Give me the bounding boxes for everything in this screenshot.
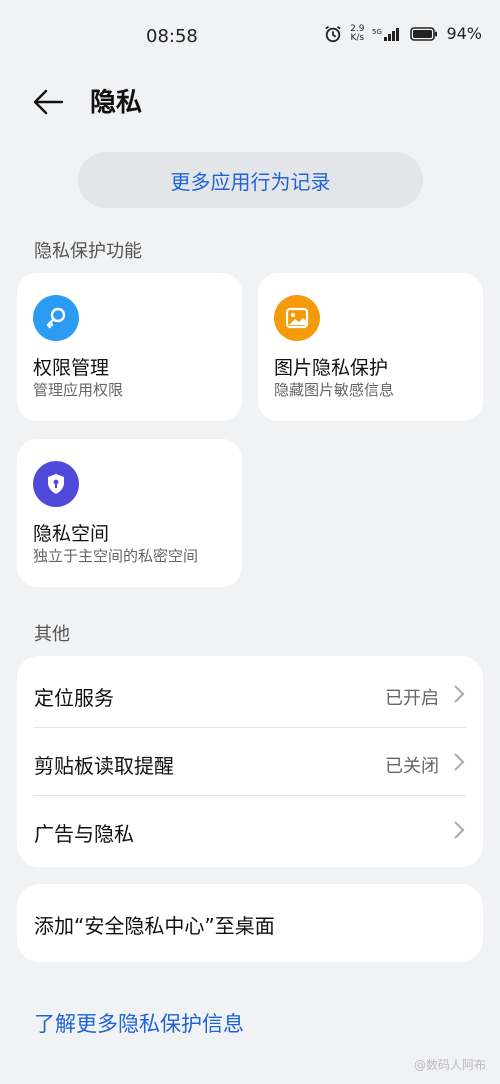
card-subtitle: 管理应用权限 [33, 381, 124, 399]
status-icons: 2.9 K/s 5G 94% [324, 24, 482, 43]
card-permission-management[interactable]: 权限管理 管理应用权限 [17, 273, 242, 421]
header: 隐私 [0, 72, 500, 132]
list-item-location-service[interactable]: 定位服务 已开启 [17, 660, 483, 728]
privacy-section-label: 隐私保护功能 [34, 241, 142, 262]
shield-lock-icon [33, 461, 79, 507]
other-settings-list: 定位服务 已开启 剪贴板读取提醒 已关闭 广告与隐私 [17, 656, 483, 867]
other-section-label: 其他 [34, 624, 70, 645]
network-speed: 2.9 K/s [350, 24, 365, 43]
signal-icon: 5G [372, 27, 400, 41]
row-value: 已关闭 [385, 756, 439, 777]
chevron-right-icon [454, 685, 465, 703]
watermark: @数码人阿布 [413, 1058, 486, 1072]
network-type: 5G [372, 28, 382, 36]
status-time: 08:58 [146, 26, 198, 47]
list-item-ads-privacy[interactable]: 广告与隐私 [17, 796, 483, 864]
row-label: 广告与隐私 [34, 822, 134, 846]
card-subtitle: 独立于主空间的私密空间 [33, 547, 199, 565]
card-title: 隐私空间 [33, 523, 110, 545]
list-item-clipboard-reminder[interactable]: 剪贴板读取提醒 已关闭 [17, 728, 483, 796]
card-title: 图片隐私保护 [274, 357, 389, 379]
chevron-right-icon [454, 753, 465, 771]
row-value: 已开启 [385, 688, 439, 709]
image-icon [274, 295, 320, 341]
card-image-privacy[interactable]: 图片隐私保护 隐藏图片敏感信息 [258, 273, 483, 421]
learn-more-link[interactable]: 了解更多隐私保护信息 [34, 1008, 244, 1038]
alarm-icon [325, 25, 341, 42]
chevron-right-icon [454, 821, 465, 839]
key-icon [33, 295, 79, 341]
add-to-desktop-button[interactable]: 添加“安全隐私中心”至桌面 [17, 884, 483, 962]
status-bar: 08:58 2.9 K/s 5G 94% [0, 0, 500, 72]
battery-icon [410, 26, 438, 41]
shortcut-label: 添加“安全隐私中心”至桌面 [34, 914, 275, 938]
page-title: 隐私 [90, 88, 143, 118]
card-private-space[interactable]: 隐私空间 独立于主空间的私密空间 [17, 439, 242, 587]
row-label: 剪贴板读取提醒 [34, 754, 174, 778]
network-speed-unit: K/s [350, 32, 365, 43]
more-app-records-button[interactable]: 更多应用行为记录 [78, 152, 423, 208]
battery-percent: 94% [446, 24, 482, 43]
row-label: 定位服务 [34, 686, 114, 710]
arrow-left-icon[interactable] [30, 84, 66, 120]
card-title: 权限管理 [33, 357, 110, 379]
card-subtitle: 隐藏图片敏感信息 [274, 381, 395, 399]
